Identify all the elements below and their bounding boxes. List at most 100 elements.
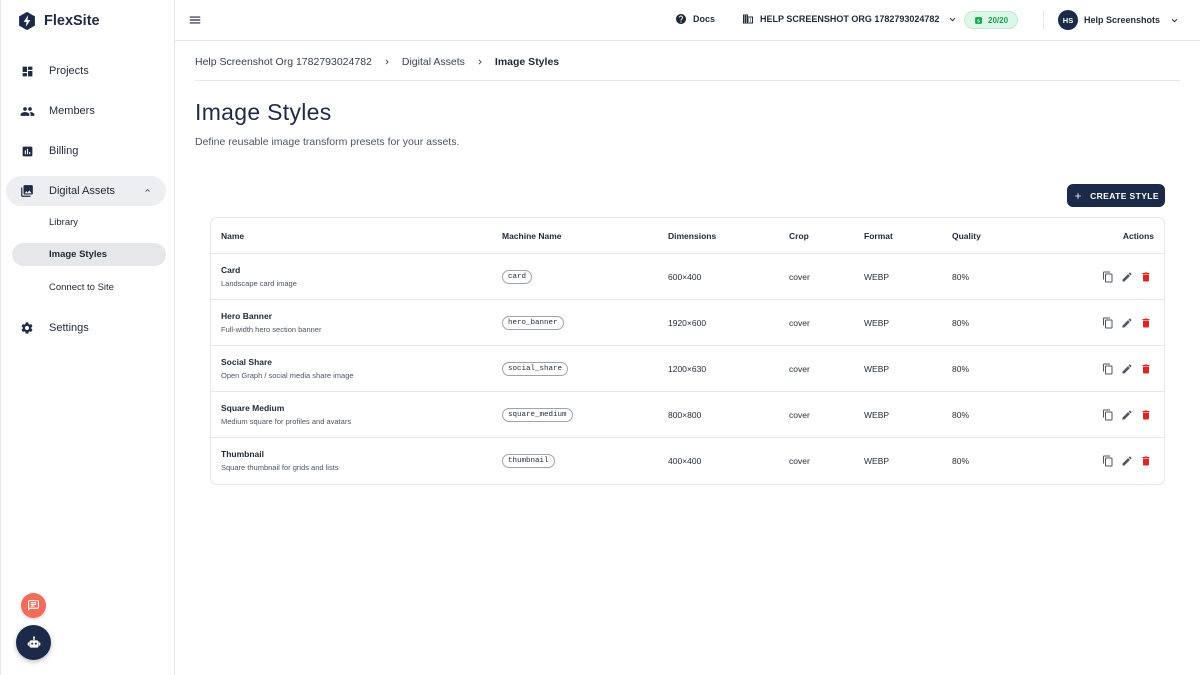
sidebar-subitem-connect-to-site[interactable]: Connect to Site <box>12 276 166 299</box>
copy-icon[interactable] <box>1101 408 1114 421</box>
menu-icon[interactable] <box>188 13 202 27</box>
assistant-chat-button[interactable] <box>16 625 51 660</box>
chevron-down-icon <box>1171 18 1178 22</box>
user-menu[interactable]: HS Help Screenshots <box>1058 10 1180 30</box>
delete-icon[interactable] <box>1139 316 1152 329</box>
quota-badge: $ 20/20 <box>964 11 1019 29</box>
style-description: Landscape card image <box>221 279 297 288</box>
column-header-dimensions: Dimensions <box>668 231 717 241</box>
topbar-divider <box>1043 10 1044 30</box>
table-header: Name Machine Name Dimensions Crop Format… <box>211 218 1164 254</box>
create-style-button[interactable]: CREATE STYLE <box>1067 184 1165 207</box>
feedback-button[interactable] <box>21 593 46 618</box>
delete-icon[interactable] <box>1139 454 1152 467</box>
crop-value: cover <box>789 272 810 282</box>
dimensions-value: 1200×630 <box>668 364 707 374</box>
delete-icon[interactable] <box>1139 362 1152 375</box>
format-value: WEBP <box>864 272 890 282</box>
column-header-actions: Actions <box>1122 231 1154 241</box>
chevron-up-icon <box>145 189 150 192</box>
avatar: HS <box>1058 10 1078 30</box>
copy-icon[interactable] <box>1101 362 1114 375</box>
sidebar-subitem-image-styles[interactable]: Image Styles <box>12 243 166 266</box>
machine-name-chip: social_share <box>502 362 569 376</box>
column-header-crop: Crop <box>789 231 809 241</box>
table-row: Card Landscape card image card 600×400 c… <box>211 254 1164 300</box>
chevron-down-icon <box>950 17 956 21</box>
column-header-quality: Quality <box>952 231 981 241</box>
image-library-icon <box>19 183 35 199</box>
quality-value: 80% <box>952 318 970 328</box>
svg-text:$: $ <box>977 18 980 24</box>
format-value: WEBP <box>864 364 890 374</box>
sidebar-item-label: Projects <box>49 65 89 77</box>
dimensions-value: 600×400 <box>668 272 702 282</box>
row-actions <box>1101 362 1152 375</box>
feedback-icon <box>28 600 39 611</box>
docs-link[interactable]: Docs <box>675 13 715 25</box>
breadcrumb-current: Image Styles <box>494 56 560 68</box>
org-name: HELP SCREENSHOT ORG 1782793024782 <box>760 14 940 24</box>
machine-name-chip: thumbnail <box>502 454 555 468</box>
sidebar-item-projects[interactable]: Projects <box>6 56 166 86</box>
style-name: Thumbnail <box>221 449 264 459</box>
machine-name-chip: hero_banner <box>502 316 564 330</box>
dimensions-value: 1920×600 <box>668 318 707 328</box>
create-style-label: CREATE STYLE <box>1090 190 1159 201</box>
sidebar-item-members[interactable]: Members <box>6 96 166 126</box>
table-row: Social Share Open Graph / social media s… <box>211 346 1164 392</box>
crop-value: cover <box>789 318 810 328</box>
edit-icon[interactable] <box>1120 270 1133 283</box>
row-actions <box>1101 408 1152 421</box>
topbar: Docs HELP SCREENSHOT ORG 1782793024782 $… <box>175 0 1200 41</box>
edit-icon[interactable] <box>1120 454 1133 467</box>
delete-icon[interactable] <box>1139 270 1152 283</box>
sidebar-item-digital-assets[interactable]: Digital Assets <box>6 176 166 206</box>
org-selector[interactable]: HELP SCREENSHOT ORG 1782793024782 <box>742 13 958 25</box>
edit-icon[interactable] <box>1120 316 1133 329</box>
style-name: Hero Banner <box>221 311 273 321</box>
crop-value: cover <box>789 410 810 420</box>
docs-label: Docs <box>693 14 716 24</box>
row-actions <box>1101 270 1152 283</box>
breadcrumb-org[interactable]: Help Screenshot Org 1782793024782 <box>195 56 372 68</box>
delete-icon[interactable] <box>1139 408 1152 421</box>
breadcrumb-digital-assets[interactable]: Digital Assets <box>402 56 465 68</box>
user-name: Help Screenshots <box>1084 15 1161 25</box>
copy-icon[interactable] <box>1101 270 1114 283</box>
table-row: Square Medium Medium square for profiles… <box>211 392 1164 438</box>
copy-icon[interactable] <box>1101 316 1114 329</box>
sidebar: FlexSite Projects Members Billing Digita… <box>0 0 175 675</box>
style-name: Square Medium <box>221 403 285 413</box>
dimensions-value: 800×800 <box>668 410 702 420</box>
sidebar-item-billing[interactable]: Billing <box>6 136 166 166</box>
table-row: Thumbnail Square thumbnail for grids and… <box>211 438 1164 484</box>
quality-value: 80% <box>952 456 970 466</box>
quality-value: 80% <box>952 272 970 282</box>
building-icon <box>743 14 753 24</box>
sidebar-item-label: Members <box>49 105 95 117</box>
sidebar-item-label: Digital Assets <box>49 185 116 197</box>
sidebar-subitem-label: Image Styles <box>49 249 108 260</box>
flexsite-logo-icon <box>19 11 35 31</box>
crop-value: cover <box>789 456 810 466</box>
edit-icon[interactable] <box>1120 362 1133 375</box>
edit-icon[interactable] <box>1120 408 1133 421</box>
style-description: Full-width hero section banner <box>221 325 322 334</box>
brand[interactable]: FlexSite <box>17 10 100 32</box>
copy-icon[interactable] <box>1101 454 1114 467</box>
row-actions <box>1101 316 1152 329</box>
robot-icon <box>27 635 40 648</box>
page-subtitle: Define reusable image transform presets … <box>195 136 460 148</box>
page-title: Image Styles <box>195 99 332 125</box>
sidebar-subitem-library[interactable]: Library <box>12 211 166 234</box>
dashboard-icon <box>19 63 35 79</box>
format-value: WEBP <box>864 318 890 328</box>
format-value: WEBP <box>864 410 890 420</box>
style-name: Social Share <box>221 357 273 367</box>
row-actions <box>1101 454 1152 467</box>
sidebar-item-label: Settings <box>49 322 89 334</box>
sidebar-item-settings[interactable]: Settings <box>6 313 166 343</box>
bar-chart-icon <box>19 143 35 159</box>
column-header-name: Name <box>221 231 245 241</box>
